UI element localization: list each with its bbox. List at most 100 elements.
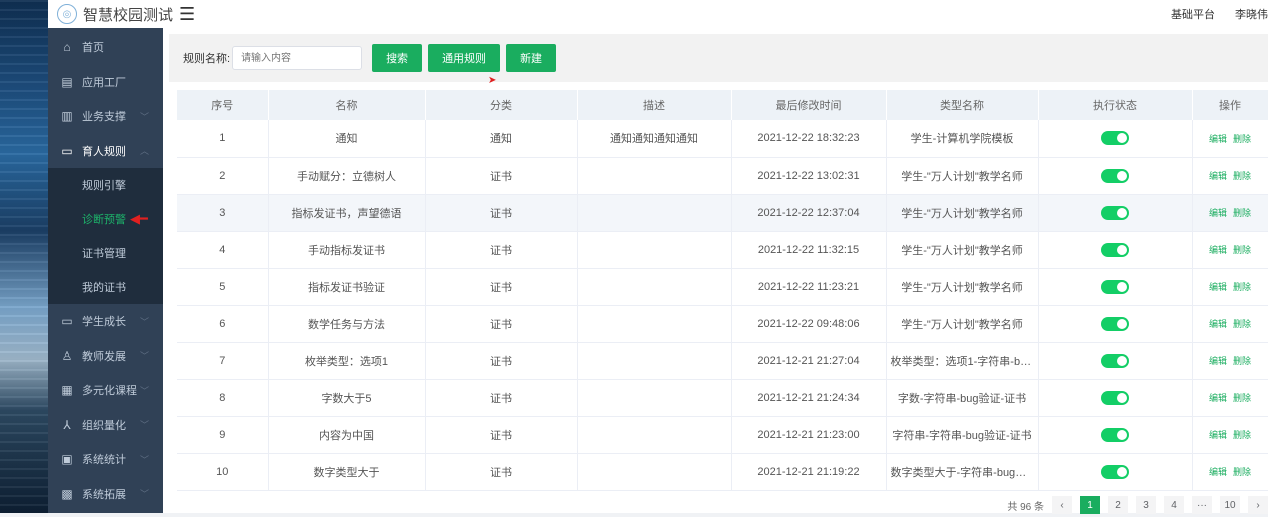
sidebar-subitem-diagnosis[interactable]: 诊断预警 ◀━ — [48, 202, 163, 236]
sidebar-item-extend[interactable]: ▩ 系统拓展 ﹀ — [48, 477, 163, 512]
cell-category: 证书 — [425, 342, 578, 380]
cell-name: 指标发证书验证 — [268, 268, 426, 306]
rule-name-search-input[interactable] — [232, 46, 363, 70]
sidebar-item-teacher-dev[interactable]: ♙ 教师发展 ﹀ — [48, 339, 163, 374]
delete-link[interactable]: 删除 — [1233, 171, 1251, 181]
cell-time: 2021-12-21 21:27:04 — [731, 342, 887, 380]
cell-type: 学生-"万人计划"教学名师 — [886, 305, 1039, 343]
cell-no: 9 — [177, 416, 269, 454]
app-factory-icon: ▤ — [61, 74, 73, 89]
delete-link[interactable]: 删除 — [1233, 467, 1251, 477]
cell-status — [1038, 416, 1193, 454]
sidebar-item-business[interactable]: ▥ 业务支撑 ﹀ — [48, 99, 163, 134]
cell-category: 通知 — [425, 120, 578, 158]
sidebar-subitem-my-certificates[interactable]: 我的证书 — [48, 270, 163, 304]
chevron-up-icon: ︿ — [139, 146, 149, 157]
cell-actions: 编辑 删除 — [1192, 453, 1268, 491]
sidebar-item-app-factory[interactable]: ▤ 应用工厂 — [48, 65, 163, 100]
table-row: 5 指标发证书验证 证书 2021-12-22 11:23:21 学生-"万人计划"教学… — [177, 268, 1268, 306]
edit-link[interactable]: 编辑 — [1209, 393, 1227, 403]
chevron-down-icon: ﹀ — [139, 111, 149, 122]
cell-desc — [577, 453, 732, 491]
school-logo-icon: ◎ — [57, 4, 77, 24]
student-icon: ▭ — [61, 314, 73, 329]
status-toggle[interactable] — [1101, 427, 1129, 442]
page-button-4[interactable]: 4 — [1164, 496, 1184, 514]
cell-time: 2021-12-21 21:23:00 — [731, 416, 887, 454]
user-name[interactable]: 李晓伟 — [1235, 6, 1268, 22]
edit-link[interactable]: 编辑 — [1209, 208, 1227, 218]
cell-no: 1 — [177, 120, 269, 158]
new-button[interactable]: 新建 — [506, 44, 557, 72]
prev-page-button[interactable]: ‹ — [1052, 496, 1072, 514]
status-toggle[interactable] — [1101, 279, 1129, 294]
page-ellipsis-button[interactable]: ··· — [1192, 496, 1212, 514]
menu-toggle-icon[interactable]: ☰ — [179, 5, 195, 23]
delete-link[interactable]: 删除 — [1233, 430, 1251, 440]
sidebar-item-label: 应用工厂 — [82, 76, 126, 89]
common-rules-button[interactable]: 通用规则 — [428, 44, 501, 72]
cell-status — [1038, 194, 1193, 232]
cell-actions: 编辑 删除 — [1192, 120, 1268, 158]
delete-link[interactable]: 删除 — [1233, 319, 1251, 329]
cell-time: 2021-12-22 11:32:15 — [731, 231, 887, 269]
edit-link[interactable]: 编辑 — [1209, 430, 1227, 440]
status-toggle[interactable] — [1101, 168, 1129, 183]
sidebar-item-rules[interactable]: ▭ 育人规则 ︿ — [48, 134, 163, 169]
cell-desc — [577, 231, 732, 269]
cell-no: 5 — [177, 268, 269, 306]
cell-category: 证书 — [425, 157, 578, 195]
delete-link[interactable]: 删除 — [1233, 134, 1251, 144]
cell-category: 证书 — [425, 416, 578, 454]
edit-link[interactable]: 编辑 — [1209, 171, 1227, 181]
page-button-1[interactable]: 1 — [1080, 496, 1100, 514]
sidebar-subitem-certificates[interactable]: 证书管理 — [48, 236, 163, 270]
delete-link[interactable]: 删除 — [1233, 282, 1251, 292]
table-row: 4 手动指标发证书 证书 2021-12-22 11:32:15 学生-"万人计划"教学… — [177, 231, 1268, 269]
cell-status — [1038, 342, 1193, 380]
status-toggle[interactable] — [1101, 242, 1129, 257]
cell-actions: 编辑 删除 — [1192, 157, 1268, 195]
edit-link[interactable]: 编辑 — [1209, 245, 1227, 255]
cell-category: 证书 — [425, 194, 578, 232]
delete-link[interactable]: 删除 — [1233, 208, 1251, 218]
cell-desc — [577, 194, 732, 232]
red-cursor-annotation-icon: ➤ — [488, 75, 497, 86]
sidebar-subitem-rule-engine[interactable]: 规则引擎 — [48, 168, 163, 202]
cell-name: 通知 — [268, 120, 426, 158]
cell-type: 学生-"万人计划"教学名师 — [886, 268, 1039, 306]
sidebar-item-courses[interactable]: ▦ 多元化课程 ﹀ — [48, 373, 163, 408]
sidebar-item-org[interactable]: ⅄ 组织量化 ﹀ — [48, 408, 163, 443]
cell-name: 指标发证书，声望德语 — [268, 194, 426, 232]
delete-link[interactable]: 删除 — [1233, 245, 1251, 255]
cell-type: 字数-字符串-bug验证-证书 — [886, 379, 1039, 417]
status-toggle[interactable] — [1101, 316, 1129, 331]
page-button-3[interactable]: 3 — [1136, 496, 1156, 514]
delete-link[interactable]: 删除 — [1233, 393, 1251, 403]
cell-status — [1038, 379, 1193, 417]
search-button[interactable]: 搜索 — [372, 44, 423, 72]
edit-link[interactable]: 编辑 — [1209, 319, 1227, 329]
edit-link[interactable]: 编辑 — [1209, 467, 1227, 477]
edit-link[interactable]: 编辑 — [1209, 356, 1227, 366]
status-toggle[interactable] — [1101, 205, 1129, 220]
status-toggle[interactable] — [1101, 464, 1129, 479]
sidebar-item-label: 系统拓展 — [82, 488, 126, 501]
sidebar-item-home[interactable]: ⌂ 首页 — [48, 30, 163, 65]
status-toggle[interactable] — [1101, 131, 1129, 146]
sidebar-item-stats[interactable]: ▣ 系统统计 ﹀ — [48, 442, 163, 477]
edit-link[interactable]: 编辑 — [1209, 134, 1227, 144]
status-toggle[interactable] — [1101, 353, 1129, 368]
cell-no: 8 — [177, 379, 269, 417]
page-button-last[interactable]: 10 — [1220, 496, 1240, 514]
page-button-2[interactable]: 2 — [1108, 496, 1128, 514]
status-toggle[interactable] — [1101, 390, 1129, 405]
edit-link[interactable]: 编辑 — [1209, 282, 1227, 292]
sidebar-item-student-growth[interactable]: ▭ 学生成长 ﹀ — [48, 304, 163, 339]
sidebar-item-label: 多元化课程 — [82, 385, 137, 398]
next-page-button[interactable]: › — [1248, 496, 1268, 514]
platform-link[interactable]: 基础平台 — [1171, 6, 1215, 22]
cell-category: 证书 — [425, 305, 578, 343]
course-icon: ▦ — [61, 383, 73, 398]
delete-link[interactable]: 删除 — [1233, 356, 1251, 366]
